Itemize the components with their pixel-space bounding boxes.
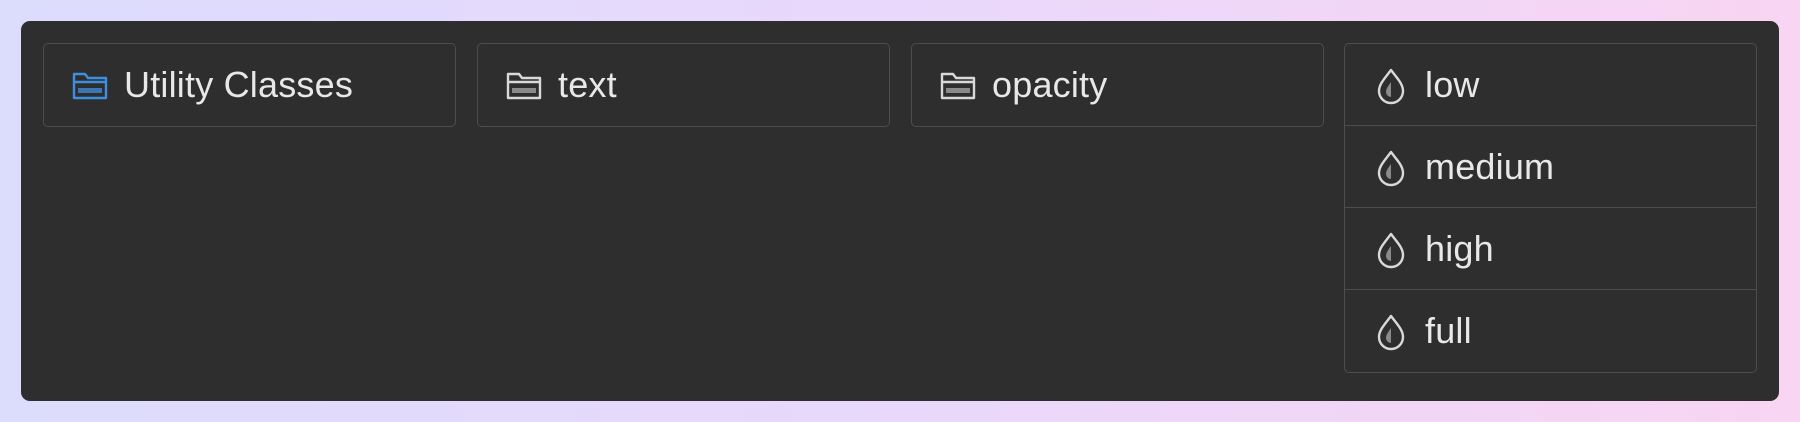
column-opacity: low medium high full: [1344, 43, 1757, 373]
folder-item-label: Utility Classes: [124, 64, 354, 105]
column-text: opacity: [911, 43, 1324, 127]
droplet-half-icon: [1371, 65, 1411, 105]
class-item-label: high: [1425, 227, 1494, 269]
class-item-full[interactable]: full: [1345, 290, 1756, 372]
folder-item-opacity[interactable]: opacity: [912, 44, 1323, 126]
folder-item-label: text: [558, 64, 617, 105]
folder-icon: [938, 65, 978, 105]
class-item-high[interactable]: high: [1345, 208, 1756, 290]
droplet-half-icon: [1371, 311, 1411, 351]
class-item-label: full: [1425, 310, 1472, 351]
class-item-low[interactable]: low: [1345, 44, 1756, 126]
folder-item-utility-classes[interactable]: Utility Classes: [44, 44, 455, 126]
class-item-medium[interactable]: medium: [1345, 126, 1756, 208]
folder-icon: [504, 65, 544, 105]
folder-icon: [70, 65, 110, 105]
droplet-half-icon: [1371, 147, 1411, 187]
class-item-label: medium: [1425, 145, 1555, 187]
droplet-half-icon: [1371, 229, 1411, 269]
class-item-label: low: [1425, 63, 1480, 105]
folder-item-label: opacity: [992, 64, 1108, 105]
miller-columns-panel: Utility Classes text opacity low medium …: [21, 21, 1779, 401]
column-utility-classes: text: [477, 43, 890, 127]
column-root: Utility Classes: [43, 43, 456, 127]
folder-item-text[interactable]: text: [478, 44, 889, 126]
